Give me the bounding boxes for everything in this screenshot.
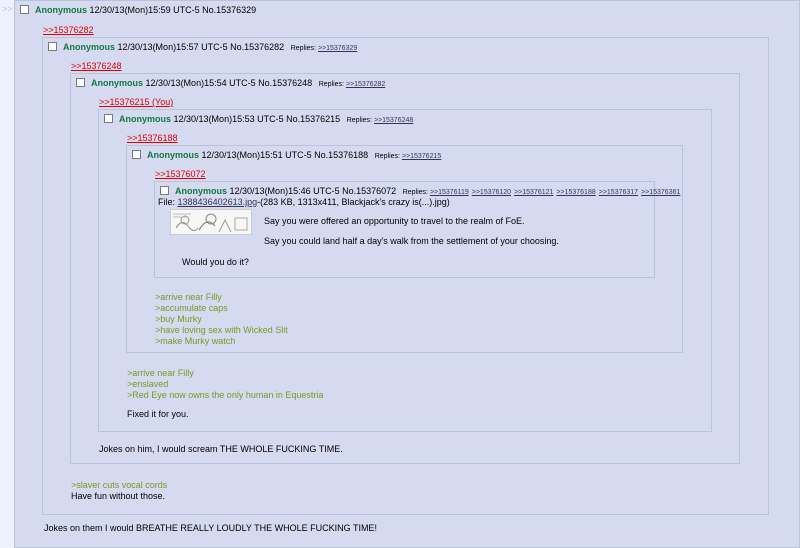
post-body-line: Jokes on him, I would scream THE WHOLE F… — [99, 444, 343, 454]
greentext-line: >arrive near Filly — [127, 368, 194, 378]
post-number[interactable]: No.15376215 — [286, 114, 340, 124]
file-thumbnail[interactable] — [170, 209, 252, 235]
post-datetime: 12/30/13(Mon)15:59 UTC-5 — [89, 5, 200, 15]
post-header: Anonymous 12/30/13(Mon)15:54 UTC-5 No.15… — [76, 78, 388, 88]
thumbnail-sketch-image — [171, 210, 251, 234]
post-body-line: Have fun without those. — [71, 491, 166, 501]
quote-link[interactable]: >>15376215 (You) — [99, 97, 173, 107]
file-info: File: 1388436402613.jpg-(283 KB, 1313x41… — [158, 197, 450, 207]
file-link[interactable]: 1388436402613.jpg — [178, 197, 258, 207]
replies-label: Replies: — [374, 153, 400, 160]
post-number[interactable]: No.15376248 — [258, 78, 312, 88]
post-number[interactable]: No.15376072 — [342, 186, 396, 196]
post-header: Anonymous 12/30/13(Mon)15:57 UTC-5 No.15… — [48, 42, 360, 52]
post-header: Anonymous 12/30/13(Mon)15:53 UTC-5 No.15… — [104, 114, 416, 124]
reply-link[interactable]: >>15376215 — [402, 153, 441, 160]
reply-link[interactable]: >>15376282 — [346, 81, 385, 88]
reply-link[interactable]: >>15376120 — [472, 189, 511, 196]
post-checkbox[interactable] — [132, 150, 141, 159]
greentext-line: >make Murky watch — [155, 336, 236, 346]
greentext-line: >have loving sex with Wicked Slit — [155, 325, 288, 335]
replies: Replies: >>15376248 — [347, 117, 417, 124]
post-body-line: Say you could land half a day's walk fro… — [264, 236, 559, 246]
replies-label: Replies: — [346, 117, 372, 124]
poster-name: Anonymous — [175, 186, 228, 196]
file-label: File: — [158, 197, 176, 207]
replies: Replies: >>15376215 — [375, 153, 445, 160]
post-body-line: Jokes on them I would BREATHE REALLY LOU… — [44, 523, 377, 533]
post-body-line: Say you were offered an opportunity to t… — [264, 216, 525, 226]
quote-link[interactable]: >>15376072 — [155, 169, 206, 179]
quote-link[interactable]: >>15376188 — [127, 133, 178, 143]
post-datetime: 12/30/13(Mon)15:54 UTC-5 — [145, 78, 256, 88]
post-body-line: Would you do it? — [182, 257, 249, 267]
replies: Replies: >>15376282 — [319, 81, 389, 88]
post-number[interactable]: No.15376282 — [230, 42, 284, 52]
poster-name: Anonymous — [147, 150, 200, 160]
quote-link[interactable]: >>15376248 — [71, 61, 122, 71]
reply-link[interactable]: >>15376119 — [430, 189, 469, 196]
post-datetime: 12/30/13(Mon)15:51 UTC-5 — [201, 150, 312, 160]
side-arrows: >> — [2, 4, 13, 14]
replies: Replies: >>15376329 — [291, 45, 361, 52]
reply-link[interactable]: >>15376188 — [556, 189, 595, 196]
post-checkbox[interactable] — [76, 78, 85, 87]
replies-label: Replies: — [290, 45, 316, 52]
reply-link[interactable]: >>15376121 — [514, 189, 553, 196]
post-header: Anonymous 12/30/13(Mon)15:59 UTC-5 No.15… — [20, 5, 256, 15]
file-meta: -(283 KB, 1313x411, Blackjack's crazy is… — [257, 197, 450, 207]
greentext-line: >slaver cuts vocal cords — [71, 480, 168, 490]
post-datetime: 12/30/13(Mon)15:57 UTC-5 — [117, 42, 228, 52]
reply-link[interactable]: >>15376361 — [641, 189, 680, 196]
post-datetime: 12/30/13(Mon)15:46 UTC-5 — [229, 186, 340, 196]
post-number[interactable]: No.15376329 — [202, 5, 256, 15]
reply-link[interactable]: >>15376329 — [318, 45, 357, 52]
post-body-line: Fixed it for you. — [127, 409, 189, 419]
post-number[interactable]: No.15376188 — [314, 150, 368, 160]
poster-name: Anonymous — [35, 5, 88, 15]
greentext-line: >Red Eye now owns the only human in Eque… — [127, 390, 324, 400]
greentext-line: >buy Murky — [155, 314, 202, 324]
poster-name: Anonymous — [63, 42, 116, 52]
greentext-line: >accumulate caps — [155, 303, 228, 313]
replies: Replies: >>15376119 >>15376120 >>15376121 >… — [403, 189, 684, 196]
quote-link[interactable]: >>15376282 — [43, 25, 94, 35]
post-checkbox[interactable] — [48, 42, 57, 51]
replies-label: Replies: — [402, 189, 428, 196]
post-checkbox[interactable] — [160, 186, 169, 195]
reply-link[interactable]: >>15376248 — [374, 117, 413, 124]
reply-link[interactable]: >>15376317 — [599, 189, 638, 196]
greentext-line: >arrive near Filly — [155, 292, 222, 302]
poster-name: Anonymous — [91, 78, 144, 88]
post-checkbox[interactable] — [104, 114, 113, 123]
post-checkbox[interactable] — [20, 5, 29, 14]
post-15376072: Anonymous 12/30/13(Mon)15:46 UTC-5 No.15… — [154, 181, 680, 278]
post-datetime: 12/30/13(Mon)15:53 UTC-5 — [173, 114, 284, 124]
replies-label: Replies: — [318, 81, 344, 88]
post-header: Anonymous 12/30/13(Mon)15:51 UTC-5 No.15… — [132, 150, 444, 160]
post-header: Anonymous 12/30/13(Mon)15:46 UTC-5 No.15… — [160, 186, 683, 196]
poster-name: Anonymous — [119, 114, 172, 124]
greentext-line: >enslaved — [127, 379, 169, 389]
